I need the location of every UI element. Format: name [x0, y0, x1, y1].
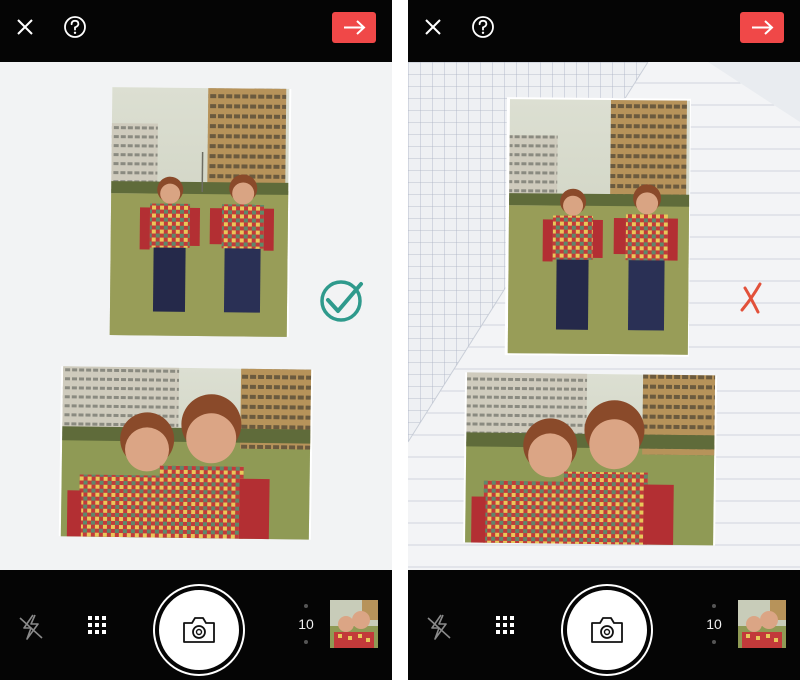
arrow-right-icon	[752, 20, 774, 35]
camera-icon	[591, 617, 623, 643]
grid-toggle[interactable]	[490, 610, 520, 640]
arrow-right-icon	[344, 20, 366, 35]
top-bar	[0, 0, 392, 62]
viewfinder-scene	[408, 62, 800, 570]
shutter-button[interactable]	[155, 586, 243, 674]
flash-off-icon	[19, 614, 43, 640]
grid-icon	[496, 616, 514, 634]
stepper-up-dot	[712, 604, 716, 608]
stepper-down-dot	[304, 640, 308, 644]
last-scan-thumbnail[interactable]	[330, 600, 378, 648]
screen-right: 10	[408, 0, 800, 680]
help-icon	[472, 16, 494, 38]
grid-icon	[88, 616, 106, 634]
help-button[interactable]	[58, 10, 92, 44]
bottom-bar: 10	[0, 570, 392, 680]
next-button[interactable]	[740, 12, 784, 43]
last-scan-thumbnail[interactable]	[738, 600, 786, 648]
camera-icon	[183, 617, 215, 643]
scan-count-stepper[interactable]: 10	[288, 600, 324, 650]
scan-count-stepper[interactable]: 10	[696, 600, 732, 650]
flash-toggle[interactable]	[422, 610, 456, 644]
screen-left: 10	[0, 0, 392, 680]
close-button[interactable]	[8, 10, 42, 44]
viewfinder-scene	[58, 87, 363, 540]
photo-landscape	[58, 366, 314, 540]
stepper-up-dot	[304, 604, 308, 608]
bottom-bar: 10	[408, 570, 800, 680]
close-icon	[17, 19, 33, 35]
flash-toggle[interactable]	[14, 610, 48, 644]
photo-landscape	[463, 372, 718, 546]
shutter-button[interactable]	[563, 586, 651, 674]
checkmark-circle-icon	[320, 280, 363, 322]
close-button[interactable]	[416, 10, 450, 44]
camera-viewfinder[interactable]	[408, 62, 800, 570]
close-icon	[425, 19, 441, 35]
top-bar	[408, 0, 800, 62]
scan-count: 10	[298, 616, 314, 632]
photo-portrait	[504, 97, 691, 357]
photo-portrait	[109, 87, 292, 337]
camera-viewfinder[interactable]	[0, 62, 392, 570]
help-button[interactable]	[466, 10, 500, 44]
help-icon	[64, 16, 86, 38]
flash-off-icon	[427, 614, 451, 640]
grid-toggle[interactable]	[82, 610, 112, 640]
next-button[interactable]	[332, 12, 376, 43]
stepper-down-dot	[712, 640, 716, 644]
scan-count: 10	[706, 616, 722, 632]
